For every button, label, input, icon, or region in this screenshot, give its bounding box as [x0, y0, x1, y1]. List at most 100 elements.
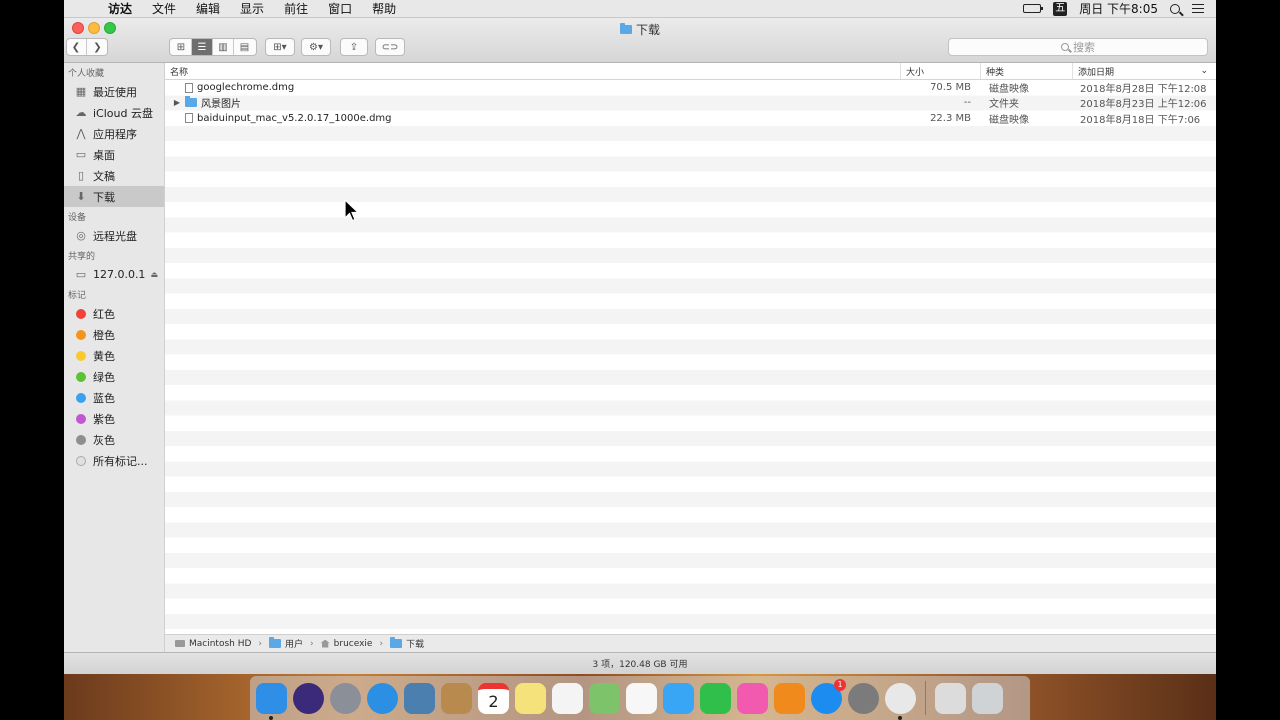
dock-photos-icon[interactable] — [626, 682, 657, 714]
menu-go[interactable]: 前往 — [274, 0, 318, 17]
path-item-downloads[interactable]: 下载 — [406, 637, 424, 650]
running-indicator — [269, 715, 273, 720]
gallery-view-button[interactable]: ▤ — [234, 39, 255, 55]
sidebar-item-label: 桌面 — [93, 148, 115, 162]
path-item-disk[interactable]: Macintosh HD — [189, 639, 251, 649]
disclosure-triangle-icon[interactable]: ▶ — [173, 98, 181, 107]
tag-button[interactable]: ⊂⊃ — [375, 38, 405, 56]
file-kind: 文件夹 — [989, 99, 1019, 111]
column-name[interactable]: 名称 — [165, 63, 901, 79]
spotlight-icon[interactable] — [1170, 3, 1180, 14]
dock-reminders-icon[interactable] — [552, 682, 583, 714]
sidebar-item-label: 应用程序 — [93, 127, 137, 141]
home-icon — [320, 639, 330, 648]
dock-itunes-icon[interactable] — [737, 682, 768, 714]
file-list: 名称 大小 种类 添加日期 ⌄ googlechrome.dmg 70.5 MB 磁盘… — [165, 63, 1216, 652]
sidebar-tag-item[interactable]: 蓝色 — [64, 387, 164, 408]
sidebar-item-downloads[interactable]: ⬇ 下载 — [64, 186, 164, 207]
menu-window[interactable]: 窗口 — [318, 0, 362, 17]
sidebar-item-shared-host[interactable]: ▭ 127.0.0.1 ⏏ — [64, 264, 164, 285]
column-size[interactable]: 大小 — [901, 63, 981, 79]
dock-calendar-icon[interactable]: 2 — [478, 682, 509, 714]
dock-contacts-icon[interactable] — [441, 682, 472, 714]
sidebar-item-documents[interactable]: ▯ 文稿 — [64, 165, 164, 186]
group-button[interactable]: ⊞▾ — [265, 38, 295, 56]
sidebar-item-applications[interactable]: ⋀ 应用程序 — [64, 123, 164, 144]
dock-documents-stack-icon[interactable] — [935, 682, 966, 714]
desktop-icon: ▭ — [75, 148, 87, 161]
sidebar-tag-label: 蓝色 — [93, 391, 115, 405]
disc-icon: ◎ — [76, 229, 86, 242]
file-row[interactable]: ▶ 风景图片 -- 文件夹 2018年8月23日 上午12:06 — [165, 95, 1216, 110]
status-text: 3 项，120.48 GB 可用 — [592, 660, 688, 670]
sidebar-tag-item[interactable]: 红色 — [64, 303, 164, 324]
file-name-cell: googlechrome.dmg — [165, 82, 901, 93]
sidebar-tag-item[interactable]: 紫色 — [64, 408, 164, 429]
sidebar-tag-item[interactable]: 黄色 — [64, 345, 164, 366]
notification-center-icon[interactable] — [1192, 4, 1204, 13]
share-button[interactable]: ⇪ — [340, 38, 368, 56]
dock-siri-icon[interactable] — [293, 682, 324, 714]
icon-view-button[interactable]: ⊞ — [171, 39, 192, 55]
tag-color-dot-icon — [76, 350, 86, 361]
dock-notes-icon[interactable] — [515, 682, 546, 714]
file-kind: 磁盘映像 — [989, 114, 1029, 126]
eject-icon[interactable]: ⏏ — [150, 270, 158, 279]
tag-color-dot-icon — [76, 413, 86, 424]
column-date-label: 添加日期 — [1078, 67, 1115, 78]
file-row[interactable]: baiduinput_mac_v5.2.0.17_1000e.dmg 22.3 M… — [165, 111, 1216, 126]
downloads-folder-icon — [390, 637, 403, 648]
dock-preview-icon[interactable] — [404, 682, 435, 714]
sidebar-item-recents[interactable]: ▦ 最近使用 — [64, 81, 164, 102]
dock-ibooks-icon[interactable] — [774, 682, 805, 714]
menu-help[interactable]: 帮助 — [362, 0, 406, 17]
menu-finder[interactable]: 访达 — [98, 0, 142, 17]
sidebar-tag-label: 所有标记... — [93, 454, 148, 468]
sidebar-tag-label: 红色 — [93, 307, 115, 321]
dock-trash-icon[interactable] — [972, 682, 1003, 714]
sidebar-tag-item[interactable]: 所有标记... — [64, 450, 164, 471]
column-view-button[interactable]: ▥ — [213, 39, 234, 55]
path-item-home[interactable]: brucexie — [334, 639, 373, 649]
dock-messages-icon[interactable] — [663, 682, 694, 714]
mouse-cursor-icon — [344, 199, 360, 222]
menu-file[interactable]: 文件 — [142, 0, 186, 17]
file-row[interactable]: googlechrome.dmg 70.5 MB 磁盘映像 2018年8月28日 下午… — [165, 80, 1216, 95]
forward-button[interactable]: ❯ — [87, 39, 108, 55]
dock-chrome-icon[interactable] — [885, 682, 916, 720]
tag-list: 红色橙色 黄色 绿色蓝色紫色 灰色所有标记... — [64, 303, 164, 471]
tag-color-dot-icon — [76, 434, 86, 445]
sidebar-item-icloud[interactable]: ☁ iCloud 云盘 — [64, 102, 164, 123]
back-forward-buttons: ❮ ❯ — [66, 38, 108, 56]
input-method-icon[interactable]: 五 — [1053, 1, 1068, 16]
sidebar-tag-item[interactable]: 橙色 — [64, 324, 164, 345]
folder-icon — [185, 96, 197, 108]
sidebar-item-remote-disc[interactable]: ◎ 远程光盘 — [64, 225, 164, 246]
dock-facetime-icon[interactable] — [700, 682, 731, 714]
dock-maps-icon[interactable] — [589, 682, 620, 714]
clock[interactable]: 周日 下午8:05 — [1079, 0, 1158, 17]
dock-system-preferences-icon[interactable] — [848, 682, 879, 714]
dock-finder-icon[interactable] — [256, 682, 287, 720]
dock-appstore-icon[interactable]: 1 — [811, 678, 846, 714]
menu-view[interactable]: 显示 — [230, 0, 274, 17]
dock-safari-icon[interactable] — [367, 682, 398, 714]
battery-icon[interactable] — [1023, 4, 1044, 13]
file-size: 22.3 MB — [930, 112, 971, 124]
dock-launchpad-icon[interactable] — [330, 682, 361, 714]
action-gear-button[interactable]: ⚙▾ — [301, 38, 331, 56]
sidebar-item-label: 下载 — [93, 190, 115, 204]
list-view-button[interactable]: ☰ — [192, 39, 213, 55]
path-item-users[interactable]: 用户 — [285, 637, 303, 650]
back-button[interactable]: ❮ — [66, 39, 87, 55]
sidebar-tag-item[interactable]: 绿色 — [64, 366, 164, 387]
file-rows: googlechrome.dmg 70.5 MB 磁盘映像 2018年8月28日 下午… — [165, 80, 1216, 652]
column-date-added[interactable]: 添加日期 ⌄ — [1073, 63, 1216, 79]
search-field[interactable]: 搜索 — [948, 38, 1208, 56]
column-kind[interactable]: 种类 — [981, 63, 1073, 79]
display-icon: ▭ — [75, 268, 87, 281]
menu-edit[interactable]: 编辑 — [186, 0, 230, 17]
sidebar-tag-item[interactable]: 灰色 — [64, 429, 164, 450]
sidebar-item-desktop[interactable]: ▭ 桌面 — [64, 144, 164, 165]
file-size: -- — [963, 97, 971, 109]
